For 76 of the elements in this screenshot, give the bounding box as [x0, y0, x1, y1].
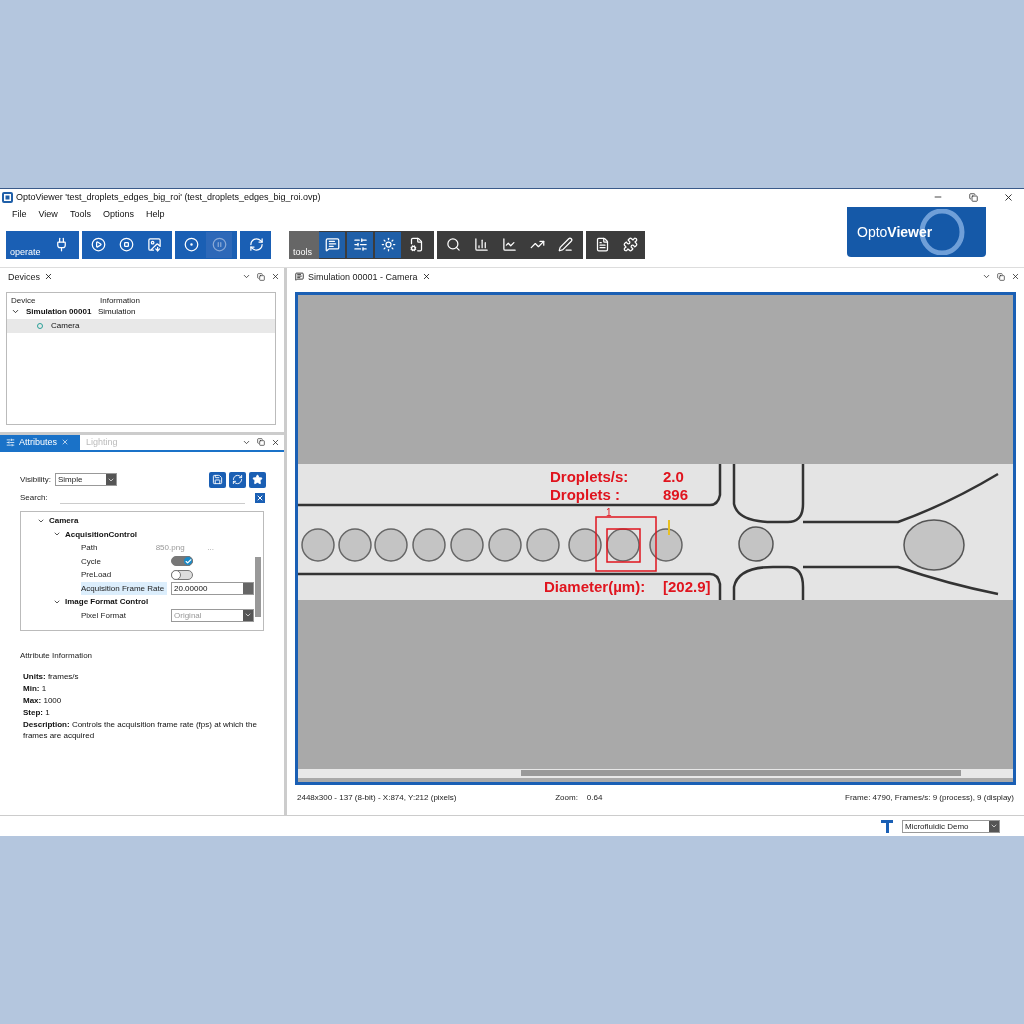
column-header: Device — [11, 295, 37, 305]
attribute-label: Pixel Format — [81, 609, 127, 622]
info-text: Max: 1000 — [22, 694, 63, 706]
panel-title: Simulation 00001 - Camera — [308, 271, 418, 282]
device-name: Camera — [51, 321, 80, 331]
camera-view-icon — [295, 272, 304, 282]
overlay-value: 896 — [663, 485, 689, 503]
favorite-button[interactable] — [249, 471, 266, 488]
overlay-label: Droplets : — [550, 485, 620, 503]
float-icon[interactable] — [257, 272, 265, 281]
toolbar-label: operate — [9, 246, 42, 259]
float-icon[interactable] — [257, 438, 265, 447]
attribute-label: Path — [81, 542, 99, 555]
visibility-dropdown[interactable]: Simple — [55, 473, 117, 487]
category-label: Camera — [49, 516, 79, 526]
message-icon[interactable] — [319, 231, 345, 258]
group-label: Image Format Control — [65, 597, 149, 607]
scrollbar-thumb[interactable] — [521, 770, 961, 777]
number-field[interactable]: 20.00000 — [171, 581, 254, 595]
toggle-switch[interactable] — [171, 556, 193, 567]
device-name: Simulation 00001 — [26, 307, 93, 317]
info-text: Min: 1 — [22, 682, 48, 694]
overlay-value: 2.0 — [663, 467, 684, 485]
menu-item[interactable]: Tools — [63, 208, 97, 219]
overlay-label: Diameter(µm): — [544, 577, 646, 595]
image-info: 2448x300 - 137 (8-bit) - X:874, Y:212 (pixels) — [297, 793, 458, 803]
tree-item[interactable]: Simulation 00001 Simulation — [7, 304, 275, 319]
frame-info: Frame: 4790, Frames/s: 9 (process), 9 (display) — [845, 793, 1014, 803]
logo: OptoViewer — [847, 206, 986, 257]
menu-item[interactable]: File — [6, 208, 33, 219]
tool-icon — [880, 818, 894, 834]
menu-item[interactable]: Options — [96, 208, 140, 219]
roi-label: 1 — [606, 506, 612, 518]
close-icon[interactable] — [271, 272, 280, 282]
zoom-label: Zoom: — [555, 793, 578, 803]
sun-icon[interactable] — [375, 231, 401, 258]
scrollbar-thumb[interactable] — [255, 556, 261, 617]
marker-line — [668, 519, 670, 535]
info-text: Step: 1 — [22, 706, 51, 718]
menu-item[interactable]: Help — [139, 208, 171, 219]
overlay-value: [202.9] — [663, 577, 711, 595]
close-icon[interactable] — [1011, 272, 1020, 282]
attribute-label: Acquisition Frame Rate — [81, 581, 167, 595]
close-icon[interactable] — [44, 272, 53, 282]
close-icon[interactable] — [271, 437, 280, 447]
menu-item[interactable]: View — [32, 208, 64, 219]
attribute-label: Cycle — [81, 555, 102, 568]
group-label: AcquisitionControl — [65, 529, 137, 539]
section-title: Attribute Information — [20, 650, 94, 660]
info-text: Units: frames/s — [22, 670, 80, 682]
refresh-button[interactable] — [229, 471, 246, 488]
tree-item[interactable]: Camera — [7, 318, 275, 333]
field-label: Search: — [20, 493, 48, 503]
zoom-value: 0.64 — [586, 793, 604, 803]
float-icon[interactable] — [997, 272, 1005, 281]
info-text: Description: Controls the acquisition frame rate (fps) at which the frames are acquired — [22, 718, 258, 741]
path-value: 850.png — [155, 543, 186, 553]
window-title: OptoViewer 'test_droplets_edges_big_roi' (test_droplets_edges_big_roi.ovp) — [16, 192, 322, 203]
close-icon[interactable] — [421, 272, 431, 282]
save-button[interactable] — [209, 471, 226, 488]
toggle-switch[interactable] — [171, 569, 193, 580]
column-header: Information — [100, 295, 142, 305]
panel-title: Devices — [8, 271, 40, 282]
app-icon — [2, 192, 13, 203]
profile-dropdown[interactable]: Microfluidic Demo — [902, 819, 1000, 833]
sliders-icon — [6, 437, 15, 447]
panel-tab[interactable]: Attributes — [0, 434, 80, 450]
check-icon — [184, 557, 192, 565]
roi-rectangle — [595, 515, 657, 572]
field-label: Visibility: — [20, 475, 51, 485]
attribute-label: PreLoad — [81, 569, 113, 582]
clear-icon[interactable] — [254, 492, 265, 503]
device-info: Simulation — [98, 307, 136, 317]
overlay-label: Droplets/s: — [550, 467, 629, 485]
toolbar-label: tools — [289, 230, 319, 259]
sliders-icon[interactable] — [347, 231, 373, 258]
